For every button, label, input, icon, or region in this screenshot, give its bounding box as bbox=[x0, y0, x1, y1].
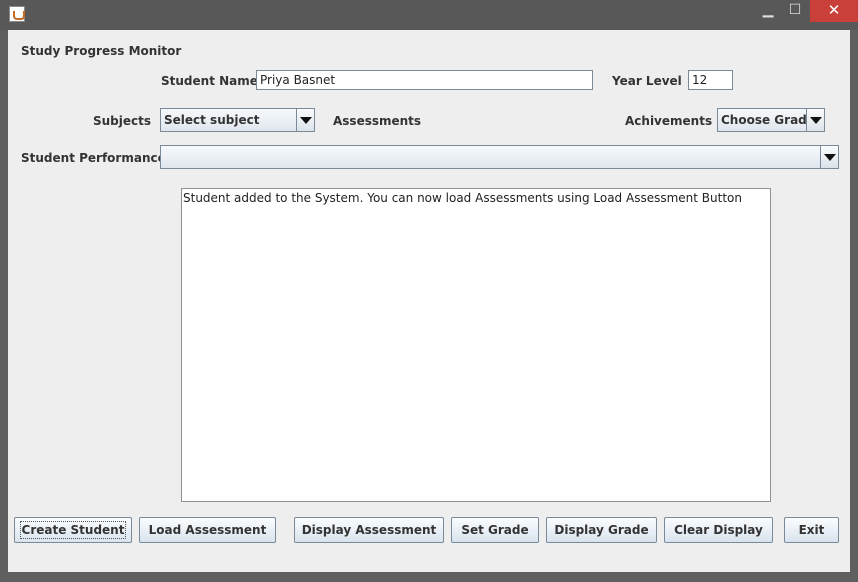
create-student-label: Create Student bbox=[19, 521, 127, 539]
exit-label: Exit bbox=[798, 523, 825, 537]
display-message: Student added to the System. You can now… bbox=[183, 191, 742, 205]
minimize-button[interactable]: ▁ bbox=[755, 0, 781, 22]
page-title: Study Progress Monitor bbox=[21, 44, 182, 58]
grade-dropdown[interactable]: Choose Grade bbox=[717, 108, 825, 132]
chevron-down-icon[interactable] bbox=[806, 109, 824, 131]
exit-button[interactable]: Exit bbox=[784, 517, 839, 543]
student-name-label: Student Name bbox=[161, 74, 258, 88]
student-performance-dropdown[interactable] bbox=[160, 145, 839, 169]
student-name-field[interactable]: Priya Basnet bbox=[256, 70, 593, 90]
title-bar[interactable]: ▁ ☐ ✕ bbox=[0, 0, 858, 30]
load-assessment-button[interactable]: Load Assessment bbox=[139, 517, 276, 543]
grade-selected-value: Choose Grade bbox=[721, 113, 815, 127]
subjects-dropdown[interactable]: Select subject bbox=[160, 108, 315, 132]
display-assessment-button[interactable]: Display Assessment bbox=[294, 517, 444, 543]
app-window: ▁ ☐ ✕ Study Progress Monitor Student Nam… bbox=[0, 0, 858, 582]
java-icon[interactable] bbox=[9, 6, 25, 22]
year-level-field[interactable]: 12 bbox=[688, 70, 733, 90]
chevron-down-icon[interactable] bbox=[296, 109, 314, 131]
clear-display-label: Clear Display bbox=[674, 523, 763, 537]
year-level-label: Year Level bbox=[612, 74, 682, 88]
load-assessment-label: Load Assessment bbox=[148, 523, 267, 537]
main-panel: Study Progress Monitor Student Name Priy… bbox=[8, 30, 850, 572]
set-grade-label: Set Grade bbox=[461, 523, 529, 537]
clear-display-button[interactable]: Clear Display bbox=[664, 517, 773, 543]
student-performance-label: Student Performance bbox=[21, 151, 166, 165]
achievements-label: Achivements bbox=[625, 114, 713, 128]
set-grade-button[interactable]: Set Grade bbox=[451, 517, 539, 543]
chevron-down-icon[interactable] bbox=[820, 146, 838, 168]
display-text-area[interactable]: Student added to the System. You can now… bbox=[181, 188, 771, 502]
maximize-button[interactable]: ☐ bbox=[782, 0, 808, 22]
display-grade-label: Display Grade bbox=[554, 523, 649, 537]
close-button[interactable]: ✕ bbox=[810, 0, 858, 22]
subjects-selected-value: Select subject bbox=[164, 113, 260, 127]
create-student-button[interactable]: Create Student bbox=[14, 517, 132, 543]
display-grade-button[interactable]: Display Grade bbox=[546, 517, 657, 543]
subjects-label: Subjects bbox=[93, 114, 152, 128]
display-assessment-label: Display Assessment bbox=[301, 523, 437, 537]
assessments-label: Assessments bbox=[333, 114, 422, 128]
